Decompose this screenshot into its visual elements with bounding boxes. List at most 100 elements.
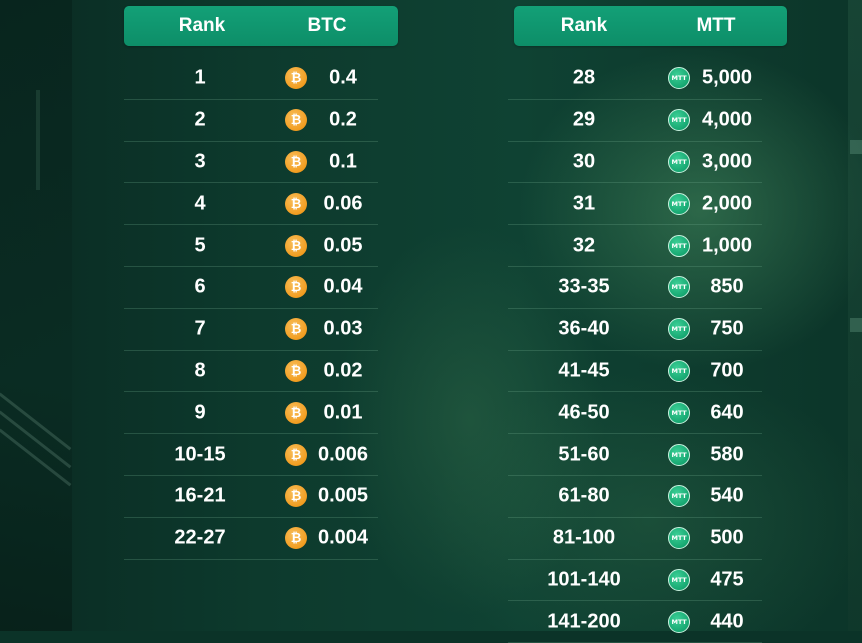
table-row: 9 ₿ 0.01	[124, 392, 378, 435]
btc-rank-header: Rank	[178, 15, 226, 36]
prize-amount-cell: 750	[710, 317, 744, 340]
prize-amount-cell: 850	[710, 275, 744, 298]
mtt-coin-icon: MTT	[668, 276, 690, 299]
mtt-prize-table: 28 MTT 5,000 29 MTT 4,000 30 MTT 3,000 31 MTT 2,000…	[508, 58, 762, 643]
prize-amount-cell: 0.05	[323, 234, 363, 257]
prize-amount-cell: 5,000	[701, 66, 753, 89]
mtt-coin-icon: MTT	[668, 568, 690, 591]
prize-amount-cell: 0.04	[323, 275, 363, 298]
rank-cell: 1	[194, 66, 206, 89]
rank-cell: 2	[194, 108, 206, 131]
mtt-coin-icon: MTT	[668, 443, 690, 466]
table-row: 8 ₿ 0.02	[124, 351, 378, 393]
rank-cell: 8	[194, 359, 206, 382]
mtt-coin-icon: MTT	[668, 485, 690, 508]
bitcoin-coin-icon: ₿	[285, 276, 307, 299]
table-row: 81-100 MTT 500	[508, 518, 762, 560]
rank-cell: 46-50	[558, 401, 610, 424]
prize-amount-cell: 3,000	[701, 150, 753, 173]
rank-cell: 141-200	[547, 610, 621, 633]
table-row: 5 ₿ 0.05	[124, 225, 378, 267]
table-row: 28 MTT 5,000	[508, 58, 762, 100]
mtt-rank-header: Rank	[560, 15, 608, 36]
bitcoin-coin-icon: ₿	[285, 359, 307, 382]
background-right-bar	[848, 0, 862, 631]
table-row: 1 ₿ 0.4	[124, 58, 378, 100]
mtt-coin-icon: MTT	[668, 150, 690, 173]
table-row: 29 MTT 4,000	[508, 100, 762, 142]
bitcoin-coin-icon: ₿	[285, 318, 307, 341]
table-row: 30 MTT 3,000	[508, 142, 762, 184]
mtt-coin-icon: MTT	[668, 192, 690, 215]
prize-amount-cell: 580	[710, 443, 744, 466]
bitcoin-coin-icon: ₿	[285, 485, 307, 508]
prize-amount-cell: 540	[710, 484, 744, 507]
table-row: 61-80 MTT 540	[508, 476, 762, 518]
rank-cell: 5	[194, 234, 206, 257]
bitcoin-coin-icon: ₿	[285, 192, 307, 215]
prize-amount-cell: 0.01	[323, 401, 363, 424]
rank-cell: 32	[572, 234, 596, 257]
prize-amount-cell: 2,000	[701, 192, 753, 215]
bitcoin-coin-icon: ₿	[285, 401, 307, 424]
rank-cell: 6	[194, 275, 206, 298]
rank-cell: 22-27	[174, 526, 226, 549]
rank-cell: 101-140	[547, 568, 621, 591]
table-row: 22-27 ₿ 0.004	[124, 518, 378, 560]
rank-cell: 61-80	[558, 484, 610, 507]
rank-cell: 36-40	[558, 317, 610, 340]
rank-cell: 51-60	[558, 443, 610, 466]
btc-table-header: Rank BTC	[124, 6, 398, 46]
background-left-edge	[36, 90, 40, 190]
prize-amount-cell: 1,000	[701, 234, 753, 257]
mtt-coin-icon: MTT	[668, 109, 690, 132]
prize-amount-cell: 0.03	[323, 317, 363, 340]
table-row: 32 MTT 1,000	[508, 225, 762, 267]
prize-amount-cell: 0.2	[329, 108, 357, 131]
prize-amount-cell: 0.4	[329, 66, 357, 89]
mtt-coin-icon: MTT	[668, 527, 690, 550]
prize-amount-cell: 0.06	[323, 192, 363, 215]
table-row: 46-50 MTT 640	[508, 392, 762, 435]
rank-cell: 4	[194, 192, 206, 215]
rank-cell: 41-45	[558, 359, 610, 382]
prize-amount-cell: 4,000	[701, 108, 753, 131]
background-right-tick	[850, 318, 862, 332]
bitcoin-coin-icon: ₿	[285, 109, 307, 132]
prize-amount-cell: 0.006	[317, 443, 369, 466]
btc-prize-header: BTC	[307, 15, 347, 36]
rank-cell: 29	[572, 108, 596, 131]
table-row: 7 ₿ 0.03	[124, 309, 378, 351]
prize-amount-cell: 0.1	[329, 150, 357, 173]
background-right-tick	[850, 140, 862, 154]
table-row: 3 ₿ 0.1	[124, 142, 378, 184]
table-row: 41-45 MTT 700	[508, 351, 762, 393]
mtt-coin-icon: MTT	[668, 401, 690, 424]
table-row: 51-60 MTT 580	[508, 434, 762, 476]
prize-amount-cell: 475	[710, 568, 744, 591]
mtt-coin-icon: MTT	[668, 610, 690, 633]
table-row: 4 ₿ 0.06	[124, 183, 378, 226]
mtt-coin-icon: MTT	[668, 318, 690, 341]
rank-cell: 31	[572, 192, 596, 215]
prize-amount-cell: 700	[710, 359, 744, 382]
rank-cell: 30	[572, 150, 596, 173]
rank-cell: 33-35	[558, 275, 610, 298]
rank-cell: 3	[194, 150, 206, 173]
table-row: 33-35 MTT 850	[508, 267, 762, 309]
btc-prize-table: 1 ₿ 0.4 2 ₿ 0.2 3 ₿ 0.1 4 ₿ 0.06 5 ₿ 0.05 6 ₿ 0.04 7 ₿ 0.03 8…	[124, 58, 378, 560]
prize-amount-cell: 0.005	[317, 484, 369, 507]
bitcoin-coin-icon: ₿	[285, 150, 307, 173]
mtt-coin-icon: MTT	[668, 234, 690, 257]
table-row: 36-40 MTT 750	[508, 309, 762, 351]
prize-amount-cell: 0.02	[323, 359, 363, 382]
bitcoin-coin-icon: ₿	[285, 527, 307, 550]
table-row: 10-15 ₿ 0.006	[124, 434, 378, 476]
prize-amount-cell: 500	[710, 526, 744, 549]
table-row: 31 MTT 2,000	[508, 183, 762, 226]
prize-amount-cell: 0.004	[317, 526, 369, 549]
rank-cell: 16-21	[174, 484, 226, 507]
prize-amount-cell: 440	[710, 610, 744, 633]
rank-cell: 28	[572, 66, 596, 89]
rank-cell: 81-100	[552, 526, 616, 549]
